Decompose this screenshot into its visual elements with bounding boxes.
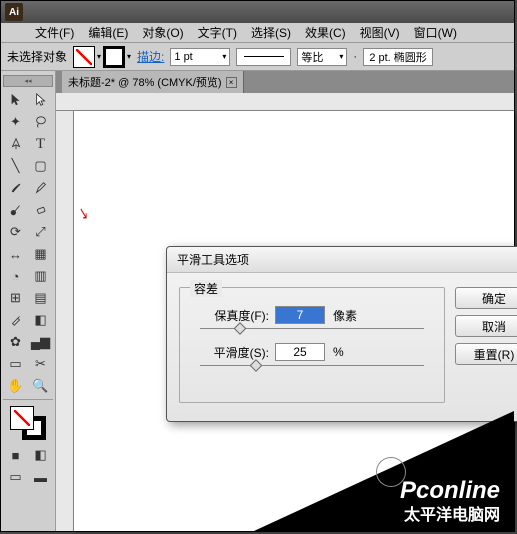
cancel-button[interactable]: 取消 <box>455 315 517 337</box>
screen-mode-normal[interactable]: ▭ <box>4 466 28 488</box>
menu-view[interactable]: 视图(V) <box>354 22 406 43</box>
lasso-tool[interactable] <box>29 111 53 133</box>
eyedropper-tool[interactable] <box>4 309 28 331</box>
annotation-arrow-icon: ↘ <box>79 203 88 224</box>
swatch-group: ▾ ▾ <box>73 46 131 68</box>
titlebar: Ai <box>1 1 514 23</box>
menubar: 文件(F) 编辑(E) 对象(O) 文字(T) 选择(S) 效果(C) 视图(V… <box>1 23 514 43</box>
fidelity-label: 保真度(F): <box>194 307 269 324</box>
brush-label: · <box>353 51 357 63</box>
scale-tool[interactable]: ⤢ <box>29 221 53 243</box>
doc-tab[interactable]: 未标题-2* @ 78% (CMYK/预览) × <box>62 71 244 93</box>
rotate-tool[interactable]: ⟳ <box>4 221 28 243</box>
close-tab-icon[interactable]: × <box>226 77 237 88</box>
stroke-swatch[interactable] <box>103 46 125 68</box>
globe-icon <box>376 457 406 487</box>
watermark-cn: 太平洋电脑网 <box>404 501 500 525</box>
mesh-tool[interactable]: ⊞ <box>4 287 28 309</box>
graph-tool[interactable]: ▄▆ <box>29 331 53 353</box>
tolerance-fieldset: 容差 保真度(F): 像素 平滑度(S): <box>179 287 445 403</box>
dropdown-arrow-icon[interactable]: ▾ <box>127 52 131 61</box>
dialog-buttons: 确定 取消 重置(R) <box>455 287 517 403</box>
paintbrush-tool[interactable] <box>4 177 28 199</box>
pencil-tool[interactable] <box>29 177 53 199</box>
doc-tab-bar: 未标题-2* @ 78% (CMYK/预览) × <box>56 71 514 93</box>
stroke-type-dropdown[interactable] <box>236 48 291 66</box>
smooth-tool-options-dialog: 平滑工具选项 容差 保真度(F): 像素 <box>166 246 517 422</box>
ok-button[interactable]: 确定 <box>455 287 517 309</box>
fidelity-row: 保真度(F): 像素 <box>194 306 430 324</box>
control-bar: 未选择对象 ▾ ▾ 描边: 1 pt 等比 · <box>1 43 514 71</box>
blend-tool[interactable]: ◧ <box>29 309 53 331</box>
fidelity-slider[interactable] <box>200 328 424 329</box>
selection-tool[interactable] <box>4 89 28 111</box>
ruler-horizontal[interactable] <box>56 93 514 111</box>
fill-swatch-large[interactable] <box>10 406 34 430</box>
menu-window[interactable]: 窗口(W) <box>408 22 463 43</box>
toolbox-separator <box>3 399 53 400</box>
scale-dropdown[interactable]: 等比 <box>297 48 347 66</box>
free-transform-tool[interactable]: ▦ <box>29 243 53 265</box>
smoothness-input[interactable] <box>275 343 325 361</box>
zoom-tool[interactable]: 🔍 <box>29 375 53 397</box>
artboard-tool[interactable]: ▭ <box>4 353 28 375</box>
canvas-area: 未标题-2* @ 78% (CMYK/预览) × ↘ 平滑工具选项 容差 <box>56 71 514 531</box>
toolbox-collapse[interactable] <box>3 75 53 87</box>
shape-builder-tool[interactable]: ◔ <box>4 265 28 287</box>
main-area: ✦ T ╲ ▢ ⟳ ⤢ ↔ <box>1 71 514 531</box>
hand-tool[interactable]: ✋ <box>4 375 28 397</box>
menu-select[interactable]: 选择(S) <box>245 22 297 43</box>
gradient-tool[interactable]: ▤ <box>29 287 53 309</box>
slice-tool[interactable]: ✂ <box>29 353 53 375</box>
menu-text[interactable]: 文字(T) <box>192 22 243 43</box>
menu-effect[interactable]: 效果(C) <box>299 22 352 43</box>
symbol-sprayer-tool[interactable]: ✿ <box>4 331 28 353</box>
magic-wand-tool[interactable]: ✦ <box>4 111 28 133</box>
smoothness-slider[interactable] <box>200 365 424 366</box>
smoothness-label: 平滑度(S): <box>194 344 269 361</box>
smoothness-unit: % <box>333 345 344 359</box>
dialog-title: 平滑工具选项 <box>167 247 517 273</box>
app-window: Ai 文件(F) 编辑(E) 对象(O) 文字(T) 选择(S) 效果(C) 视… <box>0 0 515 532</box>
fill-swatch[interactable] <box>73 46 95 68</box>
menu-object[interactable]: 对象(O) <box>136 22 189 43</box>
doc-tab-label: 未标题-2* @ 78% (CMYK/预览) <box>68 74 222 90</box>
rectangle-tool[interactable]: ▢ <box>29 155 53 177</box>
fidelity-input[interactable] <box>275 306 325 324</box>
app-icon: Ai <box>5 3 23 21</box>
screen-mode-full[interactable]: ▬ <box>29 466 53 488</box>
smoothness-row: 平滑度(S): % <box>194 343 430 361</box>
color-mode-fill[interactable]: ■ <box>4 444 28 466</box>
line-tool[interactable]: ╲ <box>4 155 28 177</box>
fill-stroke-control[interactable] <box>10 406 46 440</box>
menu-edit[interactable]: 编辑(E) <box>82 22 134 43</box>
pen-tool[interactable] <box>4 133 28 155</box>
toolbox: ✦ T ╲ ▢ ⟳ ⤢ ↔ <box>1 71 56 531</box>
type-tool[interactable]: T <box>29 133 53 155</box>
ruler-vertical[interactable] <box>56 111 74 531</box>
stroke-link[interactable]: 描边: <box>137 48 164 65</box>
fidelity-unit: 像素 <box>333 307 357 324</box>
artboard[interactable]: ↘ 平滑工具选项 容差 保真度(F): 像素 <box>74 111 514 531</box>
watermark: Pconline 太平洋电脑网 <box>254 411 514 531</box>
fieldset-label: 容差 <box>190 280 222 297</box>
stroke-weight-dropdown[interactable]: 1 pt <box>170 48 230 66</box>
color-mode-gradient[interactable]: ◧ <box>29 444 53 466</box>
watermark-brand: Pconline <box>400 477 500 505</box>
brush-definition-input[interactable] <box>363 48 433 66</box>
direct-selection-tool[interactable] <box>29 89 53 111</box>
reset-button[interactable]: 重置(R) <box>455 343 517 365</box>
perspective-grid-tool[interactable]: ▥ <box>29 265 53 287</box>
eraser-tool[interactable] <box>29 199 53 221</box>
blob-brush-tool[interactable] <box>4 199 28 221</box>
no-selection-label: 未选择对象 <box>7 48 67 65</box>
menu-file[interactable]: 文件(F) <box>29 22 80 43</box>
dialog-body: 容差 保真度(F): 像素 平滑度(S): <box>167 273 517 421</box>
dropdown-arrow-icon[interactable]: ▾ <box>97 52 101 61</box>
canvas-inner: ↘ 平滑工具选项 容差 保真度(F): 像素 <box>56 111 514 531</box>
width-tool[interactable]: ↔ <box>4 243 28 265</box>
